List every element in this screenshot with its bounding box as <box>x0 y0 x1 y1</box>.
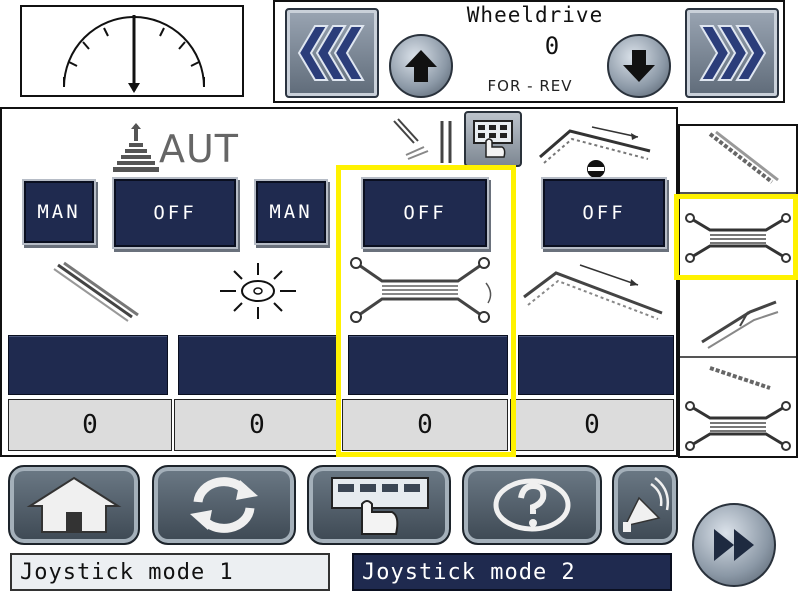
value-cell-1: 0 <box>8 399 172 451</box>
horn-button[interactable] <box>612 465 678 545</box>
selected-function-highlight <box>674 194 798 280</box>
down-button[interactable] <box>607 34 671 98</box>
frame-belt-icon <box>685 366 791 451</box>
joystick-mode-2[interactable]: Joystick mode 2 <box>352 553 672 591</box>
off-button-1[interactable]: OFF <box>114 179 236 247</box>
chevrons-right-icon <box>699 25 767 81</box>
gauge-panel <box>20 5 244 97</box>
refresh-icon <box>190 477 258 533</box>
next-button[interactable] <box>685 8 779 98</box>
keypad-button[interactable] <box>307 465 451 545</box>
roller-diagonal-icon <box>708 130 779 184</box>
aut-label: AUT <box>159 127 240 171</box>
home-button[interactable] <box>8 465 140 545</box>
function-selector-panel <box>678 124 798 458</box>
auto-stack-icon <box>113 123 159 172</box>
status-bar-2 <box>178 335 338 395</box>
direction-label: FOR - REV <box>487 77 573 95</box>
function-frame-belt[interactable] <box>680 360 796 456</box>
chevrons-left-icon <box>297 25 365 81</box>
help-icon <box>493 478 571 532</box>
arrow-up-icon <box>405 50 437 82</box>
help-button[interactable] <box>462 465 602 545</box>
keypad-hand-icon <box>473 120 513 158</box>
status-bar-1 <box>8 335 168 395</box>
prev-button[interactable] <box>285 8 379 98</box>
conveyor-chain-icon <box>539 126 651 178</box>
selected-column-highlight <box>336 165 516 457</box>
control-panel: AUT MAN OFF MAN OFF OFF 0 0 0 0 <box>0 107 678 457</box>
light-icon <box>220 263 296 319</box>
wheeldrive-panel: Wheeldrive 0 FOR - REV <box>273 0 785 103</box>
tool-pen-icon <box>393 118 452 163</box>
up-button[interactable] <box>389 34 453 98</box>
conveyor-belt-icon <box>523 264 663 320</box>
fast-forward-icon <box>714 529 754 561</box>
tool-arm-icon <box>701 300 779 349</box>
horn-icon <box>623 477 669 532</box>
home-icon <box>26 476 122 533</box>
refresh-button[interactable] <box>152 465 296 545</box>
function-roller[interactable] <box>680 126 796 194</box>
off-button-3[interactable]: OFF <box>543 179 665 247</box>
keypad-hand-large-icon <box>331 477 429 535</box>
man-button-2[interactable]: MAN <box>256 181 326 243</box>
joystick-mode-1[interactable]: Joystick mode 1 <box>10 553 330 591</box>
wheeldrive-value: 0 <box>544 32 560 60</box>
gauge-dial-icon <box>63 15 205 93</box>
status-bar-4 <box>518 335 674 395</box>
value-cell-2: 0 <box>174 399 340 451</box>
roller-icon <box>53 261 139 322</box>
function-tool[interactable] <box>680 282 796 358</box>
arrow-down-icon <box>623 50 655 82</box>
wheeldrive-title: Wheeldrive <box>466 3 604 27</box>
forward-button[interactable] <box>692 503 776 587</box>
keypad-select-button[interactable] <box>464 111 522 167</box>
value-cell-4: 0 <box>510 399 674 451</box>
man-button-1[interactable]: MAN <box>24 181 94 243</box>
